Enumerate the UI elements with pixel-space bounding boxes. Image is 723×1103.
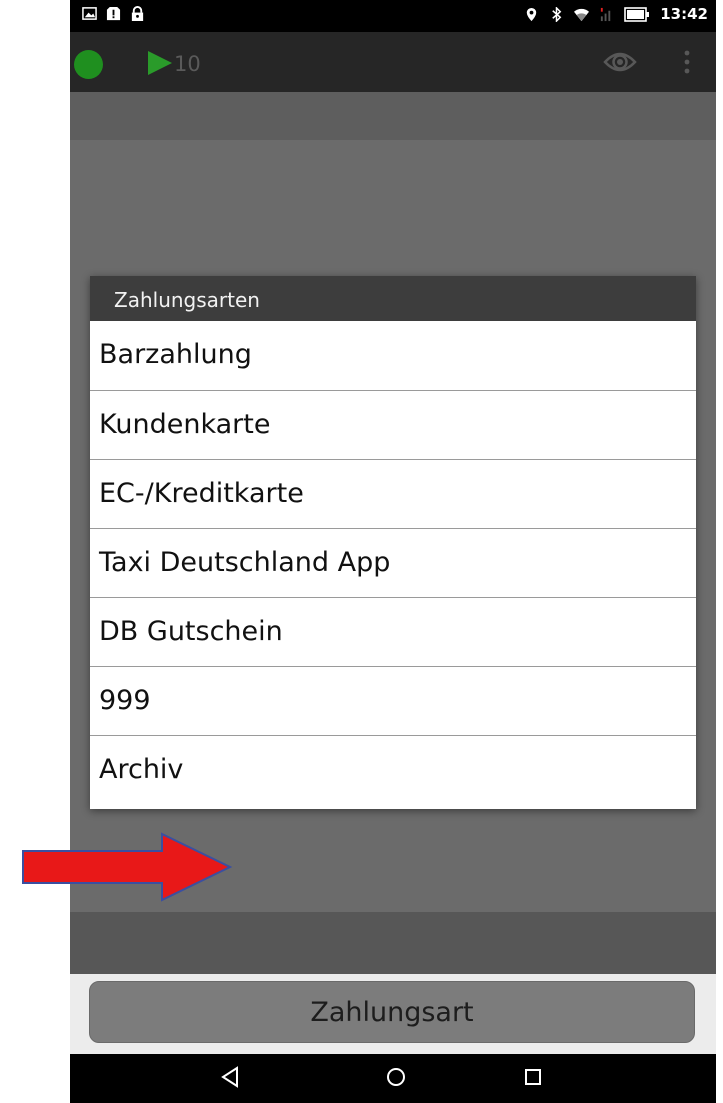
payment-option-archiv[interactable]: Archiv [90, 735, 696, 804]
play-icon[interactable] [148, 51, 172, 75]
payment-option-ec-kreditkarte[interactable]: EC-/Kreditkarte [90, 459, 696, 528]
bluetooth-icon [552, 6, 562, 22]
phone-screen: 13:42 10 Zahlungsarten Barzahlung Kunden… [70, 0, 716, 1103]
battery-icon [624, 6, 650, 22]
recent-apps-icon[interactable] [523, 1067, 543, 1087]
lock-notification-icon [131, 6, 144, 21]
payment-option-db-gutschein[interactable]: DB Gutschein [90, 597, 696, 666]
action-bar: 10 [70, 32, 716, 92]
payment-option-kundenkarte[interactable]: Kundenkarte [90, 390, 696, 459]
overflow-menu-icon[interactable] [683, 50, 691, 74]
bottom-bar: Zahlungsart [70, 974, 716, 1054]
eye-icon[interactable] [603, 49, 637, 75]
signal-icon [601, 7, 611, 21]
payment-option-999[interactable]: 999 [90, 666, 696, 735]
payment-method-button[interactable]: Zahlungsart [89, 981, 695, 1043]
alert-notification-icon [106, 6, 121, 21]
home-icon[interactable] [386, 1067, 406, 1087]
payment-option-taxi-deutschland-app[interactable]: Taxi Deutschland App [90, 528, 696, 597]
payment-methods-list: Barzahlung Kundenkarte EC-/Kreditkarte T… [90, 321, 696, 804]
footer-band [70, 912, 716, 974]
online-status-icon[interactable] [74, 50, 103, 79]
image-notification-icon [82, 7, 97, 20]
queue-counter: 10 [174, 52, 201, 76]
location-icon [527, 7, 537, 21]
back-icon[interactable] [220, 1066, 240, 1088]
header-band [70, 92, 716, 140]
status-time: 13:42 [660, 5, 708, 23]
wifi-icon [574, 8, 590, 21]
dialog-title: Zahlungsarten [90, 276, 696, 321]
system-nav-bar [70, 1054, 716, 1103]
payment-option-barzahlung[interactable]: Barzahlung [90, 321, 696, 390]
status-bar: 13:42 [70, 0, 716, 32]
red-annotation-arrow-icon [22, 832, 233, 902]
payment-methods-dialog: Zahlungsarten Barzahlung Kundenkarte EC-… [90, 276, 696, 809]
